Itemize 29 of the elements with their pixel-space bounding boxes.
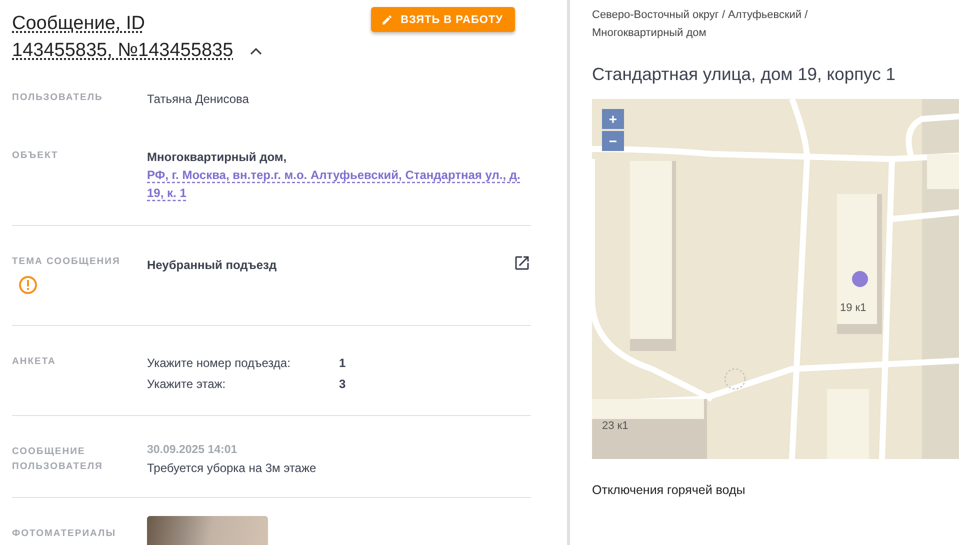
survey-answer: 3	[339, 376, 346, 393]
survey-answer: 1	[339, 355, 346, 372]
field-label: СООБЩЕНИЕ ПОЛЬЗОВАТЕЛЯ	[12, 445, 104, 474]
survey-question: Укажите этаж:	[147, 376, 227, 393]
map-label: 19 к1	[840, 302, 866, 314]
survey-question: Укажите номер подъезда:	[147, 355, 292, 372]
object-title: Стандартная улица, дом 19, корпус 1	[592, 64, 896, 85]
message-title: Сообщение, ID 143455835, №143455835	[12, 12, 234, 63]
field-label: ОБЪЕКТ	[12, 149, 60, 163]
external-link-icon[interactable]	[513, 254, 531, 272]
message-text: Требуется уборка на 3м этаже	[147, 460, 318, 477]
topic-text: Неубранный подъезд	[147, 257, 277, 274]
chevron-up-icon[interactable]	[249, 46, 263, 56]
warning-icon	[18, 275, 38, 295]
zoom-in-button[interactable]: +	[602, 109, 624, 129]
message-date: 30.09.2025 14:01	[147, 444, 238, 456]
zoom-out-button[interactable]: −	[602, 131, 624, 151]
object-address: Многоквартирный дом, РФ, г. Москва, вн.тер.г. м.о. Алтуфьевский, Стандартная ул., д. 19, к. 1	[147, 148, 531, 202]
user-name: Татьяна Денисова	[147, 91, 250, 108]
breadcrumb: Северо-Восточный округ / Алтуфьевский / Многоквартирный дом	[592, 8, 809, 41]
field-label: ТЕМА СООБЩЕНИЯ	[12, 255, 122, 269]
map-label: 23 к1	[602, 420, 628, 432]
address-link[interactable]: РФ, г. Москва, вн.тер.г. м.о. Алтуфьевский, Стандартная ул., д. 19, к. 1	[147, 166, 531, 202]
field-label: ФОТОМАТЕРИАЛЫ	[12, 527, 118, 541]
field-label: АНКЕТА	[12, 355, 57, 369]
pencil-icon	[380, 14, 393, 26]
section-title: Отключения горячей воды	[592, 483, 746, 497]
field-label: ПОЛЬЗОВАТЕЛЬ	[12, 91, 104, 105]
take-to-work-button[interactable]: ВЗЯТЬ В РАБОТУ	[370, 7, 515, 32]
